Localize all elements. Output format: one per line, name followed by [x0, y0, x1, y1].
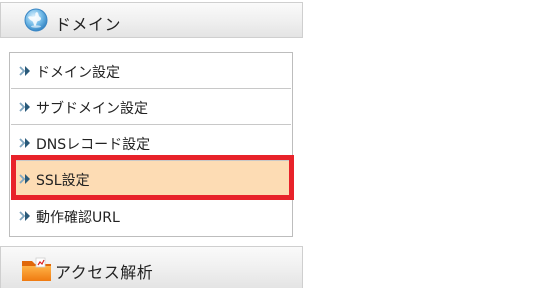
section-title-access-analysis: アクセス解析: [55, 263, 154, 282]
menu-item-label: サブドメイン設定: [36, 101, 148, 117]
double-chevron-right-icon: [19, 102, 30, 112]
section-header-access-analysis[interactable]: アクセス解析: [0, 246, 303, 288]
section-header-domain[interactable]: ドメイン: [0, 2, 303, 38]
double-chevron-right-icon: [19, 174, 30, 184]
domain-menu: ドメイン設定 サブドメイン設定 DNSレコード設定 SSL設定 動作確認URL: [9, 52, 293, 237]
menu-item-domain-settings[interactable]: ドメイン設定: [11, 53, 291, 89]
menu-item-label: ドメイン設定: [36, 65, 120, 81]
section-title-domain: ドメイン: [55, 15, 122, 34]
double-chevron-right-icon: [19, 211, 30, 221]
menu-item-label: SSL設定: [36, 173, 90, 189]
menu-item-operation-check-url[interactable]: 動作確認URL: [11, 198, 291, 234]
double-chevron-right-icon: [19, 66, 30, 76]
menu-item-dns-record-settings[interactable]: DNSレコード設定: [11, 125, 291, 161]
folder-icon: [22, 257, 51, 281]
menu-item-ssl-settings[interactable]: SSL設定: [11, 161, 291, 197]
sidebar-panel: ドメイン ドメイン設定 サブドメイン設定 DNSレコード設定 SSL設定 動作確…: [0, 0, 303, 288]
menu-item-subdomain-settings[interactable]: サブドメイン設定: [11, 89, 291, 125]
menu-item-label: DNSレコード設定: [36, 137, 151, 153]
menu-item-label: 動作確認URL: [36, 210, 120, 226]
globe-icon: [24, 8, 48, 32]
double-chevron-right-icon: [19, 138, 30, 148]
